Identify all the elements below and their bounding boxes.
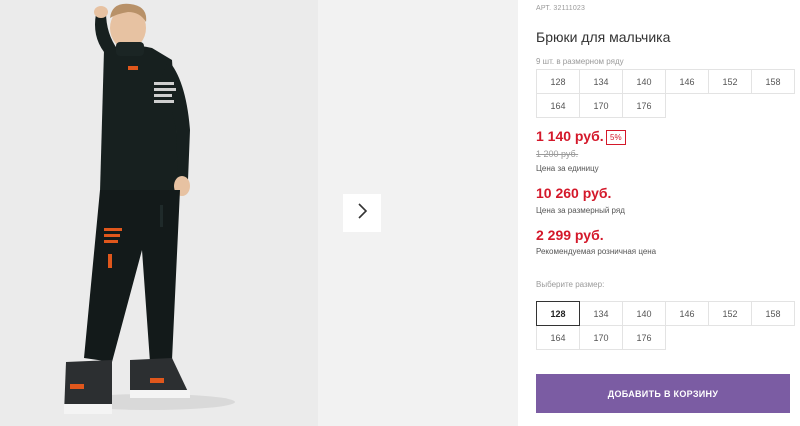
size-option-selected[interactable]: 128	[536, 301, 580, 326]
range-price: 10 260 руб.	[536, 185, 612, 201]
size-option[interactable]: 134	[579, 301, 623, 326]
retail-price: 2 299 руб.	[536, 227, 604, 243]
choose-size-label: Выберите размер:	[536, 280, 605, 289]
size-range-cell: 134	[579, 69, 623, 94]
size-range-grid: 128 134 140 146 152 158 164 170 176	[536, 69, 795, 118]
add-to-cart-button[interactable]: ДОБАВИТЬ В КОРЗИНУ	[536, 374, 790, 413]
size-range-cell: 164	[536, 93, 580, 118]
product-photo	[0, 0, 318, 426]
size-option[interactable]: 164	[536, 325, 580, 350]
size-option[interactable]: 152	[708, 301, 752, 326]
retail-price-caption: Рекомендуемая розничная цена	[536, 247, 657, 256]
old-price: 1 200 руб.	[536, 149, 579, 159]
chevron-right-icon	[355, 202, 369, 225]
size-option[interactable]: 146	[665, 301, 709, 326]
size-range-cell: 158	[751, 69, 795, 94]
unit-price: 1 140 руб.	[536, 128, 604, 144]
size-range-cell: 140	[622, 69, 666, 94]
size-range-cell: 128	[536, 69, 580, 94]
product-title: Брюки для мальчика	[536, 29, 671, 45]
size-select-grid: 128 134 140 146 152 158 164 170 176	[536, 301, 795, 350]
size-option[interactable]: 140	[622, 301, 666, 326]
size-range-cell: 146	[665, 69, 709, 94]
size-range-cell: 170	[579, 93, 623, 118]
product-sku: АРТ. 32111023	[536, 5, 586, 12]
range-price-caption: Цена за размерный ряд	[536, 206, 625, 215]
size-option[interactable]: 158	[751, 301, 795, 326]
unit-price-caption: Цена за единицу	[536, 164, 599, 173]
discount-badge: 5%	[606, 130, 626, 145]
product-photo-image	[0, 0, 318, 426]
size-range-cell: 176	[622, 93, 666, 118]
size-range-label: 9 шт. в размерном ряду	[536, 57, 624, 66]
gallery-next-button[interactable]	[343, 194, 381, 232]
size-option[interactable]: 176	[622, 325, 666, 350]
size-range-cell: 152	[708, 69, 752, 94]
product-info: АРТ. 32111023 Брюки для мальчика 9 шт. в…	[536, 0, 800, 426]
size-option[interactable]: 170	[579, 325, 623, 350]
